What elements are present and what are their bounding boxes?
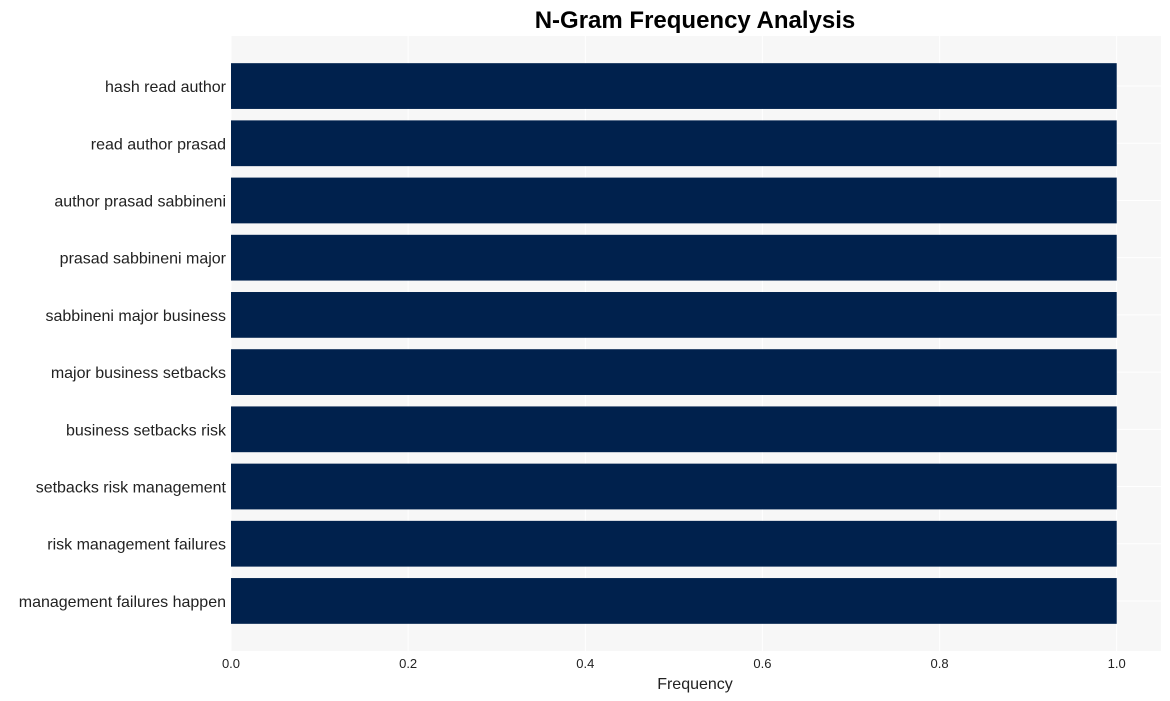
y-tick-label: prasad sabbineni major [60,251,227,268]
x-axis-ticks: 0.0 0.2 0.4 0.6 0.8 1.0 [222,656,1126,671]
y-tick-label: read author prasad [91,136,226,153]
x-tick-label: 0.2 [399,656,417,671]
x-axis-label: Frequency [657,676,733,693]
bar [231,463,1117,510]
y-tick-label: author prasad sabbineni [54,193,226,210]
x-tick-label: 0.4 [576,656,594,671]
x-tick-label: 0.8 [931,656,949,671]
chart: hash read author read author prasad author… [19,7,1161,693]
y-axis-labels: hash read author read author prasad author… [19,79,227,611]
y-tick-label: risk management failures [47,537,226,554]
y-tick-label: business setbacks risk [66,422,227,439]
x-tick-label: 1.0 [1108,656,1126,671]
x-tick-label: 0.6 [753,656,771,671]
x-tick-label: 0.0 [222,656,240,671]
bar [231,177,1117,224]
y-tick-label: setbacks risk management [36,480,227,497]
bar [231,63,1117,109]
y-tick-label: hash read author [105,79,227,96]
bar [231,292,1117,338]
bar [231,120,1117,167]
chart-title: N-Gram Frequency Analysis [535,7,856,34]
bar [231,406,1117,453]
bar [231,234,1117,281]
bar [231,349,1117,395]
bar [231,578,1117,624]
bar [231,520,1117,567]
y-tick-label: major business setbacks [51,365,226,382]
y-tick-label: sabbineni major business [45,308,226,325]
y-tick-label: management failures happen [19,594,226,611]
